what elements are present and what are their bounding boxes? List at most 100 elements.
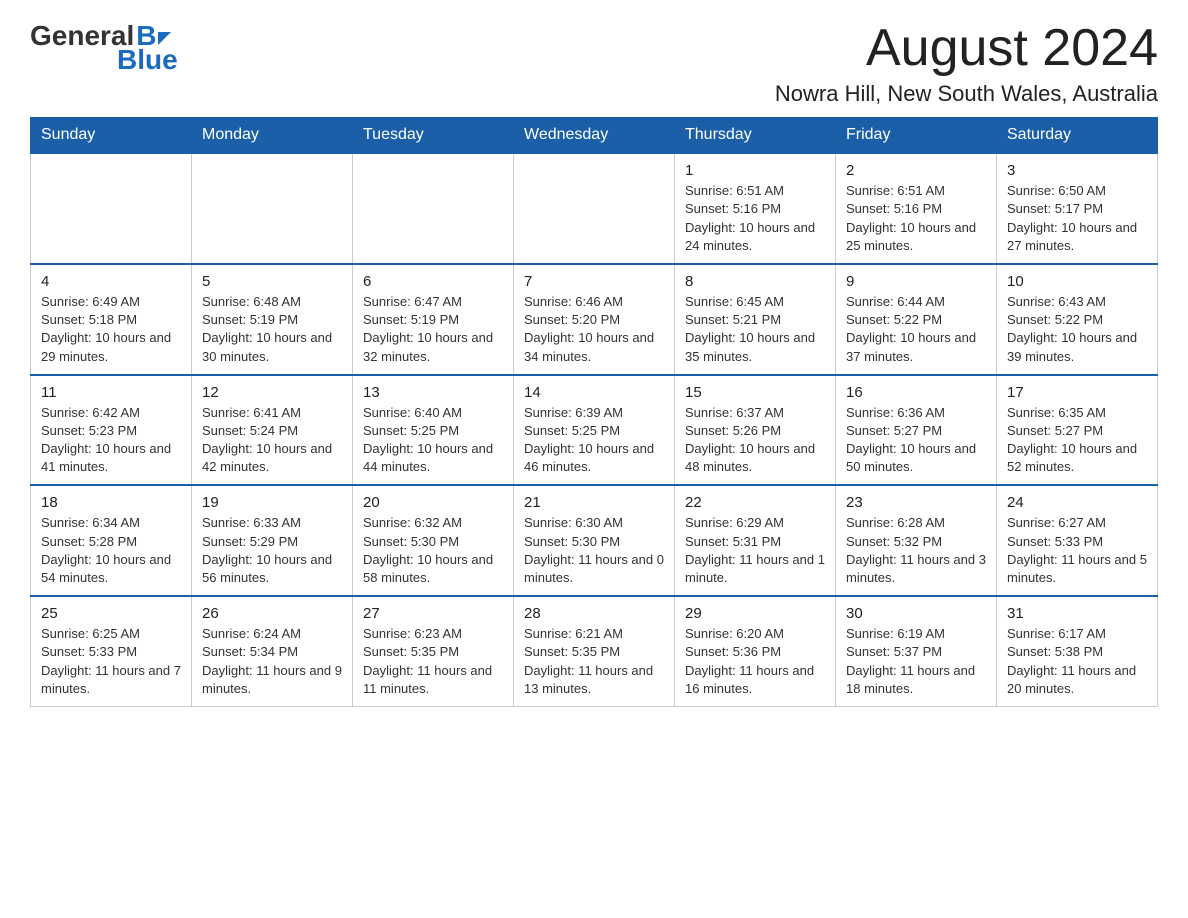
day-number: 21 bbox=[524, 494, 664, 511]
calendar-cell bbox=[31, 153, 192, 264]
day-number: 3 bbox=[1007, 162, 1147, 179]
day-info: Sunrise: 6:51 AM Sunset: 5:16 PM Dayligh… bbox=[685, 182, 825, 255]
calendar-cell: 15Sunrise: 6:37 AM Sunset: 5:26 PM Dayli… bbox=[675, 375, 836, 486]
day-number: 28 bbox=[524, 605, 664, 622]
calendar-cell: 21 Sunrise: 6:30 AM Sunset: 5:30 PM Dayli… bbox=[514, 485, 675, 596]
day-number: 20 bbox=[363, 494, 503, 511]
day-number: 4 bbox=[41, 273, 181, 290]
month-year-title: August 2024 bbox=[775, 20, 1158, 77]
calendar-cell: 22 Sunrise: 6:29 AM Sunset: 5:31 PM Dayli… bbox=[675, 485, 836, 596]
calendar-cell: 28 Sunrise: 6:21 AM Sunset: 5:35 PM Dayli… bbox=[514, 596, 675, 706]
day-number: 29 bbox=[685, 605, 825, 622]
day-info: Sunrise: 6:50 AM Sunset: 5:17 PM Dayligh… bbox=[1007, 182, 1147, 255]
day-info: Sunrise: 6:28 AM Sunset: 5:32 PM Dayligh… bbox=[846, 514, 986, 587]
day-number: 19 bbox=[202, 494, 342, 511]
day-info: Sunrise: 6:40 AM Sunset: 5:25 PM Dayligh… bbox=[363, 404, 503, 477]
calendar-cell: 9Sunrise: 6:44 AM Sunset: 5:22 PM Daylig… bbox=[836, 264, 997, 375]
calendar-cell: 1Sunrise: 6:51 AM Sunset: 5:16 PM Daylig… bbox=[675, 153, 836, 264]
day-number: 5 bbox=[202, 273, 342, 290]
day-info: Sunrise: 6:44 AM Sunset: 5:22 PM Dayligh… bbox=[846, 293, 986, 366]
day-number: 27 bbox=[363, 605, 503, 622]
day-info: Sunrise: 6:48 AM Sunset: 5:19 PM Dayligh… bbox=[202, 293, 342, 366]
calendar-week-row: 25 Sunrise: 6:25 AM Sunset: 5:33 PM Dayli… bbox=[31, 596, 1158, 706]
calendar-cell: 20 Sunrise: 6:32 AM Sunset: 5:30 PM Dayli… bbox=[353, 485, 514, 596]
col-header-thursday: Thursday bbox=[675, 118, 836, 154]
day-number: 11 bbox=[41, 384, 181, 401]
day-info: Sunrise: 6:20 AM Sunset: 5:36 PM Dayligh… bbox=[685, 625, 825, 698]
calendar-cell: 19 Sunrise: 6:33 AM Sunset: 5:29 PM Dayli… bbox=[192, 485, 353, 596]
col-header-saturday: Saturday bbox=[997, 118, 1158, 154]
calendar-cell: 24 Sunrise: 6:27 AM Sunset: 5:33 PM Dayli… bbox=[997, 485, 1158, 596]
calendar-cell: 23 Sunrise: 6:28 AM Sunset: 5:32 PM Dayli… bbox=[836, 485, 997, 596]
day-info: Sunrise: 6:23 AM Sunset: 5:35 PM Dayligh… bbox=[363, 625, 503, 698]
calendar-cell: 30Sunrise: 6:19 AM Sunset: 5:37 PM Dayli… bbox=[836, 596, 997, 706]
day-info: Sunrise: 6:47 AM Sunset: 5:19 PM Dayligh… bbox=[363, 293, 503, 366]
day-number: 7 bbox=[524, 273, 664, 290]
day-info: Sunrise: 6:49 AM Sunset: 5:18 PM Dayligh… bbox=[41, 293, 181, 366]
calendar-cell: 26 Sunrise: 6:24 AM Sunset: 5:34 PM Dayli… bbox=[192, 596, 353, 706]
calendar-cell: 12Sunrise: 6:41 AM Sunset: 5:24 PM Dayli… bbox=[192, 375, 353, 486]
day-info: Sunrise: 6:46 AM Sunset: 5:20 PM Dayligh… bbox=[524, 293, 664, 366]
calendar-week-row: 11 Sunrise: 6:42 AM Sunset: 5:23 PM Dayli… bbox=[31, 375, 1158, 486]
location-subtitle: Nowra Hill, New South Wales, Australia bbox=[775, 81, 1158, 107]
calendar-table: SundayMondayTuesdayWednesdayThursdayFrid… bbox=[30, 117, 1158, 707]
day-number: 10 bbox=[1007, 273, 1147, 290]
day-info: Sunrise: 6:51 AM Sunset: 5:16 PM Dayligh… bbox=[846, 182, 986, 255]
logo: General B Blue bbox=[30, 20, 178, 76]
day-info: Sunrise: 6:25 AM Sunset: 5:33 PM Dayligh… bbox=[41, 625, 181, 698]
day-number: 24 bbox=[1007, 494, 1147, 511]
title-area: August 2024 Nowra Hill, New South Wales,… bbox=[775, 20, 1158, 107]
day-number: 13 bbox=[363, 384, 503, 401]
calendar-cell: 7 Sunrise: 6:46 AM Sunset: 5:20 PM Daylig… bbox=[514, 264, 675, 375]
page-header: General B Blue August 2024 Nowra Hill, N… bbox=[30, 20, 1158, 107]
day-info: Sunrise: 6:30 AM Sunset: 5:30 PM Dayligh… bbox=[524, 514, 664, 587]
day-number: 30 bbox=[846, 605, 986, 622]
day-info: Sunrise: 6:21 AM Sunset: 5:35 PM Dayligh… bbox=[524, 625, 664, 698]
day-number: 22 bbox=[685, 494, 825, 511]
calendar-cell: 2Sunrise: 6:51 AM Sunset: 5:16 PM Daylig… bbox=[836, 153, 997, 264]
calendar-cell: 11 Sunrise: 6:42 AM Sunset: 5:23 PM Dayli… bbox=[31, 375, 192, 486]
day-info: Sunrise: 6:35 AM Sunset: 5:27 PM Dayligh… bbox=[1007, 404, 1147, 477]
calendar-cell bbox=[514, 153, 675, 264]
day-info: Sunrise: 6:45 AM Sunset: 5:21 PM Dayligh… bbox=[685, 293, 825, 366]
day-number: 23 bbox=[846, 494, 986, 511]
calendar-cell: 8 Sunrise: 6:45 AM Sunset: 5:21 PM Daylig… bbox=[675, 264, 836, 375]
day-number: 18 bbox=[41, 494, 181, 511]
calendar-cell: 29 Sunrise: 6:20 AM Sunset: 5:36 PM Dayli… bbox=[675, 596, 836, 706]
day-info: Sunrise: 6:43 AM Sunset: 5:22 PM Dayligh… bbox=[1007, 293, 1147, 366]
calendar-cell: 27 Sunrise: 6:23 AM Sunset: 5:35 PM Dayli… bbox=[353, 596, 514, 706]
day-info: Sunrise: 6:24 AM Sunset: 5:34 PM Dayligh… bbox=[202, 625, 342, 698]
day-number: 17 bbox=[1007, 384, 1147, 401]
day-number: 8 bbox=[685, 273, 825, 290]
calendar-header-row: SundayMondayTuesdayWednesdayThursdayFrid… bbox=[31, 118, 1158, 154]
calendar-cell: 5 Sunrise: 6:48 AM Sunset: 5:19 PM Daylig… bbox=[192, 264, 353, 375]
day-info: Sunrise: 6:33 AM Sunset: 5:29 PM Dayligh… bbox=[202, 514, 342, 587]
day-info: Sunrise: 6:34 AM Sunset: 5:28 PM Dayligh… bbox=[41, 514, 181, 587]
day-info: Sunrise: 6:27 AM Sunset: 5:33 PM Dayligh… bbox=[1007, 514, 1147, 587]
day-number: 14 bbox=[524, 384, 664, 401]
day-info: Sunrise: 6:32 AM Sunset: 5:30 PM Dayligh… bbox=[363, 514, 503, 587]
col-header-tuesday: Tuesday bbox=[353, 118, 514, 154]
col-header-sunday: Sunday bbox=[31, 118, 192, 154]
day-number: 26 bbox=[202, 605, 342, 622]
calendar-cell bbox=[353, 153, 514, 264]
calendar-cell bbox=[192, 153, 353, 264]
calendar-cell: 13 Sunrise: 6:40 AM Sunset: 5:25 PM Dayli… bbox=[353, 375, 514, 486]
calendar-cell: 10 Sunrise: 6:43 AM Sunset: 5:22 PM Dayli… bbox=[997, 264, 1158, 375]
day-number: 25 bbox=[41, 605, 181, 622]
calendar-cell: 18 Sunrise: 6:34 AM Sunset: 5:28 PM Dayli… bbox=[31, 485, 192, 596]
calendar-cell: 25 Sunrise: 6:25 AM Sunset: 5:33 PM Dayli… bbox=[31, 596, 192, 706]
day-info: Sunrise: 6:29 AM Sunset: 5:31 PM Dayligh… bbox=[685, 514, 825, 587]
logo-blue-text: Blue bbox=[117, 44, 178, 76]
day-info: Sunrise: 6:36 AM Sunset: 5:27 PM Dayligh… bbox=[846, 404, 986, 477]
day-number: 6 bbox=[363, 273, 503, 290]
day-number: 16 bbox=[846, 384, 986, 401]
calendar-cell: 3 Sunrise: 6:50 AM Sunset: 5:17 PM Daylig… bbox=[997, 153, 1158, 264]
day-info: Sunrise: 6:41 AM Sunset: 5:24 PM Dayligh… bbox=[202, 404, 342, 477]
day-info: Sunrise: 6:39 AM Sunset: 5:25 PM Dayligh… bbox=[524, 404, 664, 477]
day-info: Sunrise: 6:42 AM Sunset: 5:23 PM Dayligh… bbox=[41, 404, 181, 477]
day-number: 31 bbox=[1007, 605, 1147, 622]
day-info: Sunrise: 6:17 AM Sunset: 5:38 PM Dayligh… bbox=[1007, 625, 1147, 698]
col-header-monday: Monday bbox=[192, 118, 353, 154]
calendar-cell: 31 Sunrise: 6:17 AM Sunset: 5:38 PM Dayli… bbox=[997, 596, 1158, 706]
